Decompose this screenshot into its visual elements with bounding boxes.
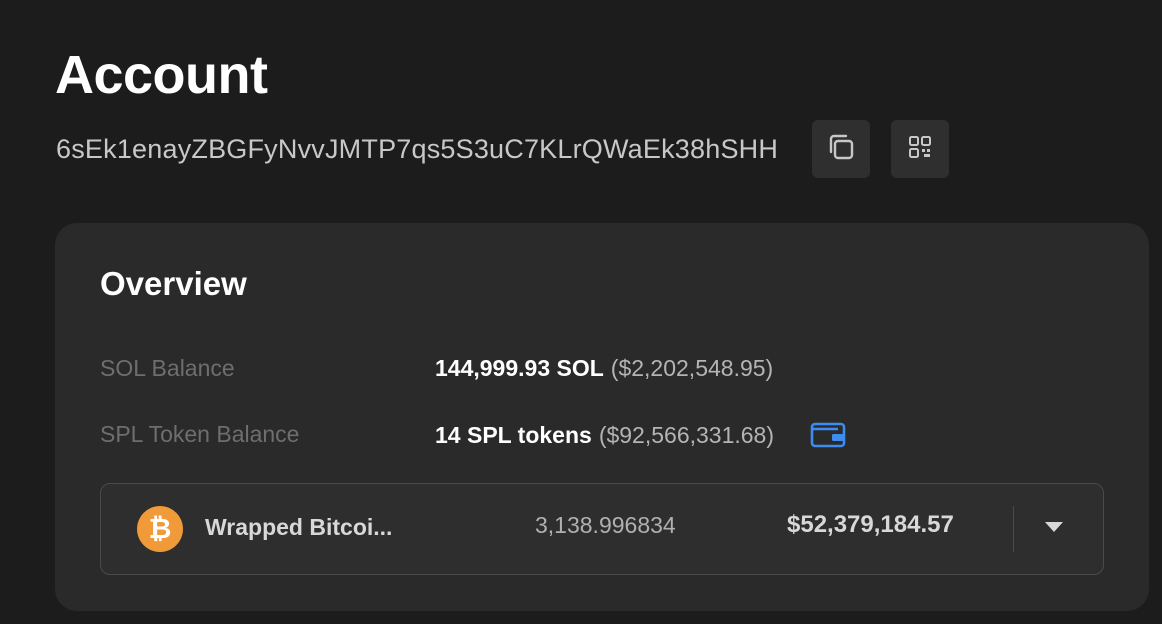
spl-token-balance-value: 14 SPL tokens ($92,566,331.68) bbox=[435, 421, 846, 449]
spl-token-amount: 14 SPL tokens bbox=[435, 421, 592, 448]
sol-balance-label: SOL Balance bbox=[100, 355, 235, 381]
chevron-down-icon bbox=[1044, 520, 1064, 538]
address-row: 6sEk1enayZBGFyNvvJMTP7qs5S3uC7KLrQWaEk38… bbox=[56, 120, 949, 178]
overview-title: Overview bbox=[100, 265, 247, 302]
page-title: Account bbox=[55, 45, 268, 105]
bitcoin-icon: ₿ bbox=[137, 506, 183, 552]
spl-token-balance-label: SPL Token Balance bbox=[100, 421, 300, 447]
sol-balance-amount: 144,999.93 SOL bbox=[435, 355, 604, 381]
spl-token-usd: ($92,566,331.68) bbox=[598, 421, 775, 448]
wallet-icon[interactable] bbox=[810, 421, 846, 449]
account-page: Account 6sEk1enayZBGFyNvvJMTP7qs5S3uC7KL… bbox=[0, 0, 1162, 624]
overview-card: Overview SOL Balance 144,999.93 SOL ($2,… bbox=[55, 223, 1149, 611]
sol-balance-value: 144,999.93 SOL ($2,202,548.95) bbox=[435, 355, 773, 382]
account-address[interactable]: 6sEk1enayZBGFyNvvJMTP7qs5S3uC7KLrQWaEk38… bbox=[56, 134, 778, 165]
token-name: Wrapped Bitcoi... bbox=[205, 514, 393, 540]
copy-icon bbox=[826, 132, 856, 167]
token-usd-value: $52,379,184.57 bbox=[787, 511, 954, 538]
copy-address-button[interactable] bbox=[812, 120, 870, 178]
sol-balance-usd: ($2,202,548.95) bbox=[610, 355, 774, 381]
divider bbox=[1013, 506, 1014, 552]
qr-code-button[interactable] bbox=[891, 120, 949, 178]
qr-code-icon bbox=[907, 134, 933, 165]
expand-token-list-button[interactable] bbox=[1041, 514, 1067, 544]
token-amount: 3,138.996834 bbox=[535, 512, 676, 538]
token-list-item[interactable]: ₿ Wrapped Bitcoi... 3,138.996834 $52,379… bbox=[100, 483, 1104, 575]
